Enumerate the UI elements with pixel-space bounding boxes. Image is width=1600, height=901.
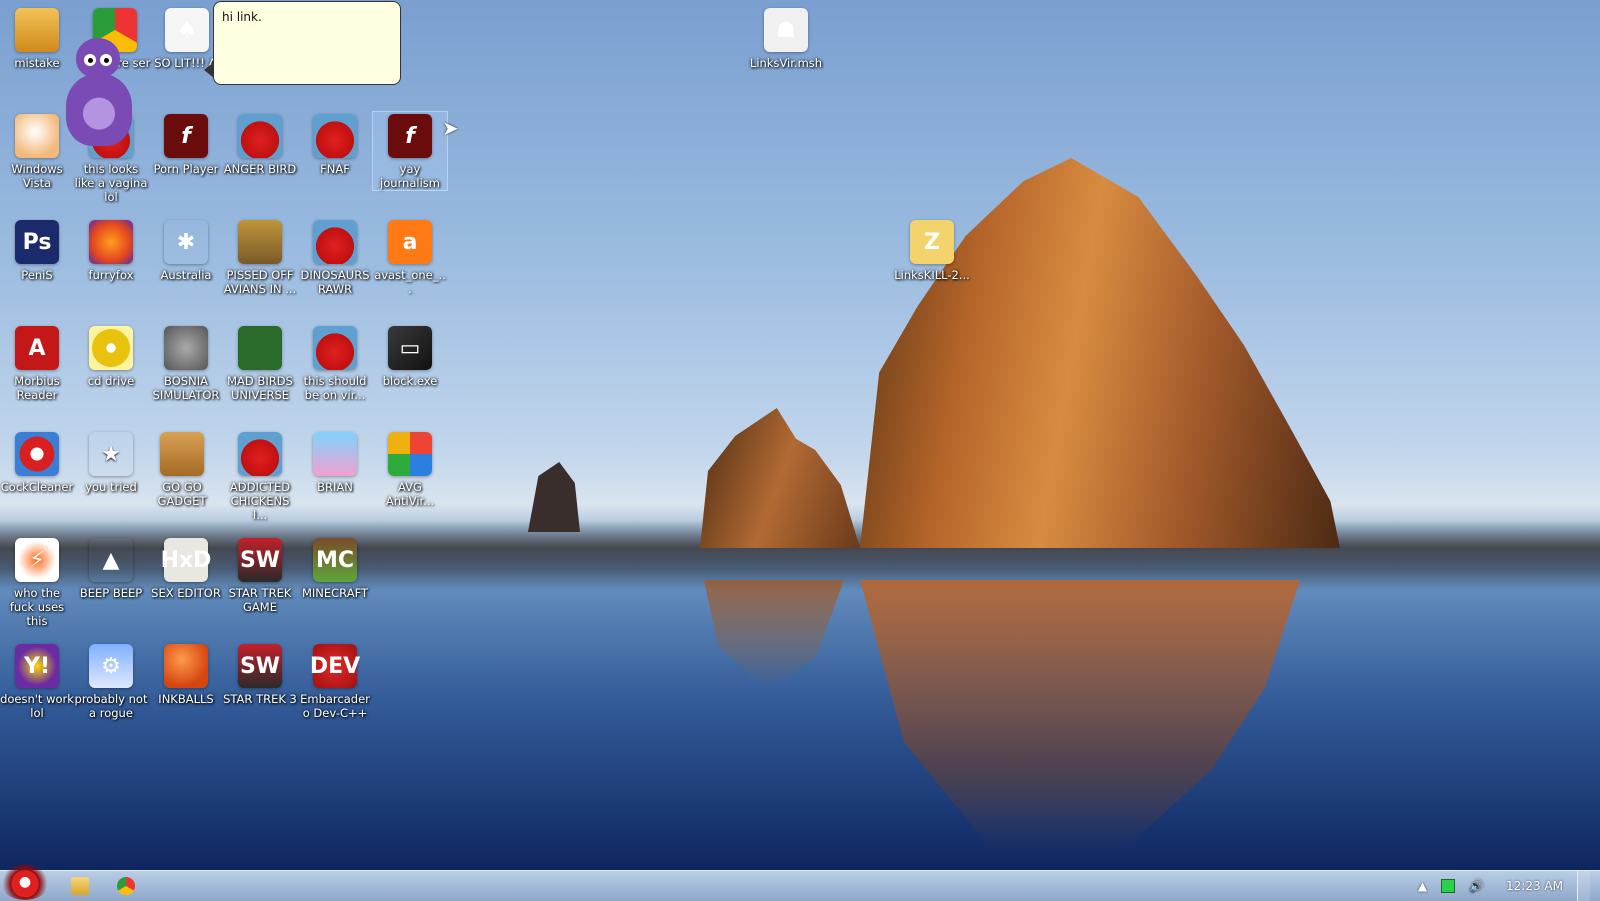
folder-icon — [71, 877, 89, 895]
start-button[interactable]: ● — [0, 864, 50, 900]
desktop-icon-block-exe[interactable]: ▭ block.exe — [373, 324, 447, 388]
network-icon[interactable] — [1441, 879, 1456, 893]
desktop-icon-doesnt-work[interactable]: Y! doesn't work lol — [0, 642, 74, 720]
desktop-icon-this-should-be-on-vir[interactable]: this should be on vir... — [298, 324, 372, 402]
bonzi-body — [66, 74, 132, 146]
photoshop-icon: Ps — [15, 220, 59, 264]
dev-cpp-icon: DEV — [310, 644, 360, 688]
angry-bird-icon — [313, 220, 357, 264]
desktop-icon-who-uses-this[interactable]: ⚡ who the fuck uses this — [0, 536, 74, 628]
bonzi-head — [76, 38, 120, 78]
briefcase-icon — [160, 432, 204, 476]
settings-wizard-icon: ⚙ — [89, 644, 133, 688]
desktop-icon-inkballs[interactable]: INKBALLS — [149, 642, 223, 706]
ccleaner-icon — [15, 432, 59, 476]
desktop-icon-you-tried[interactable]: ★ you tried — [74, 430, 148, 495]
desktop[interactable]: mistake cure ser ♠ SO LIT!!! AI ☗ LinksV… — [0, 0, 1600, 870]
desktop-icon-avast-one[interactable]: a avast_one_... — [373, 218, 447, 296]
desktop-icon-fnaf[interactable]: FNAF — [298, 112, 372, 176]
flash-icon: f — [388, 114, 432, 158]
desktop-icon-star-trek-game[interactable]: SW STAR TREK GAME — [223, 536, 297, 614]
hex-editor-icon: HxD — [161, 538, 211, 582]
acrobat-icon: A — [15, 326, 59, 370]
angry-birds-space-icon — [238, 326, 282, 370]
desktop-icon-mad-birds-universe[interactable]: MAD BIRDS UNIVERSE — [223, 324, 297, 402]
spider-icon: ✱ — [164, 220, 208, 264]
minecraft-icon: MC — [313, 538, 357, 582]
taskbar: ● ▲ 🔊 12:23 AM — [0, 864, 1600, 901]
desktop-icon-addicted-chickens[interactable]: ADDICTED CHICKENS I... — [223, 430, 297, 522]
desktop-icon-furryfox[interactable]: furryfox — [74, 218, 148, 282]
desktop-icon-dev-cpp[interactable]: DEV Embarcadero Dev-C++ — [298, 642, 372, 720]
computer-icon — [15, 8, 59, 52]
desktop-icon-pissed-off-avians[interactable]: PISSED OFF AVIANS IN ... — [223, 218, 297, 296]
desktop-icon-go-go-gadget[interactable]: GO GO GADGET — [145, 430, 219, 508]
angry-birds-seasons-icon — [238, 220, 282, 264]
desktop-icon-bosnia-simulator[interactable]: BOSNIA SIMULATOR — [149, 324, 223, 402]
wallpaper-haystack-rock — [860, 158, 1340, 548]
desktop-icon-sex-editor[interactable]: HxD SEX EDITOR — [149, 536, 223, 600]
wallpaper-reflection-small — [704, 580, 844, 690]
clock[interactable]: 12:23 AM — [1506, 879, 1563, 893]
flash-icon: f — [164, 114, 208, 158]
desktop-icon-yay-journalism[interactable]: f yay journalism — [372, 111, 448, 191]
mine-icon — [164, 326, 208, 370]
script-file-icon: ☗ — [764, 8, 808, 52]
program-icon: ▭ — [388, 326, 432, 370]
star-wars-icon: SW — [238, 538, 282, 582]
zip-folder-icon: Z — [910, 220, 954, 264]
desktop-icon-porn-player[interactable]: f Porn Player — [149, 112, 223, 176]
wallpaper-small-rock — [700, 408, 860, 548]
desktop-icon-australia[interactable]: ✱ Australia — [149, 218, 223, 283]
taskbar-explorer-button[interactable] — [64, 873, 96, 899]
angry-bird-start-icon: ● — [18, 874, 32, 890]
mouse-cursor-icon: ➤ — [442, 116, 459, 140]
wallpaper-sea-stack — [528, 462, 580, 532]
game-icon — [313, 432, 357, 476]
desktop-icon-linksvir[interactable]: ☗ LinksVir.msh — [746, 6, 826, 70]
desktop-icon-penis[interactable]: Ps PeniS — [0, 218, 74, 282]
system-tray: ▲ 🔊 12:23 AM — [1404, 871, 1600, 901]
desktop-icon-cd-drive[interactable]: cd drive — [74, 324, 148, 388]
bonzi-eye — [100, 54, 112, 66]
star-wars-icon: SW — [238, 644, 282, 688]
bonzi-buddy-character[interactable] — [56, 34, 142, 154]
angry-bird-icon — [238, 114, 282, 158]
avg-icon — [388, 432, 432, 476]
taskbar-chrome-button[interactable] — [110, 873, 142, 899]
firefox-icon — [89, 220, 133, 264]
desktop-icon-beep-beep[interactable]: ▲ BEEP BEEP — [74, 536, 148, 601]
angry-bird-icon — [313, 114, 357, 158]
desktop-icon-minecraft[interactable]: MC MINECRAFT — [298, 536, 372, 600]
cards-icon: ♠ — [165, 8, 209, 52]
tray-expand-icon[interactable]: ▲ — [1418, 879, 1427, 893]
wallpaper-reflection — [860, 580, 1300, 850]
angry-bird-icon — [238, 432, 282, 476]
desktop-icon-brian[interactable]: BRIAN — [298, 430, 372, 494]
avast-icon: a — [388, 220, 432, 264]
bonzi-eye — [84, 54, 96, 66]
show-desktop-button[interactable] — [1577, 871, 1590, 901]
chrome-icon — [117, 877, 135, 895]
vlc-cone-icon: ▲ — [89, 538, 133, 582]
volume-icon[interactable]: 🔊 — [1469, 879, 1484, 893]
egg-icon — [15, 114, 59, 158]
desktop-icon-dinosaurs-rawr[interactable]: DINOSAURS RAWR — [298, 218, 372, 296]
speech-text: hi link. — [222, 10, 262, 24]
yahoo-messenger-icon: Y! — [15, 644, 59, 688]
angry-bird-icon — [313, 326, 357, 370]
desktop-icon-cockcleaner[interactable]: CockCleaner — [0, 430, 74, 494]
desktop-icon-avg-antivir[interactable]: AVG AntiVir... — [373, 430, 447, 508]
desktop-icon-anger-bird[interactable]: ANGER BIRD — [223, 112, 297, 176]
bonzi-speech-bubble: hi link. — [204, 1, 401, 85]
cd-icon — [89, 326, 133, 370]
desktop-icon-probably-not-a-rogue[interactable]: ⚙ probably not a rogue — [74, 642, 148, 720]
star-icon: ★ — [89, 432, 133, 476]
desktop-icon-linkskill[interactable]: Z LinksKILL-2... — [892, 218, 972, 282]
desktop-icon-star-trek-3[interactable]: SW STAR TREK 3 — [223, 642, 297, 706]
lightning-icon: ⚡ — [15, 538, 59, 582]
inkball-icon — [164, 644, 208, 688]
desktop-icon-morbius-reader[interactable]: A Morbius Reader — [0, 324, 74, 402]
